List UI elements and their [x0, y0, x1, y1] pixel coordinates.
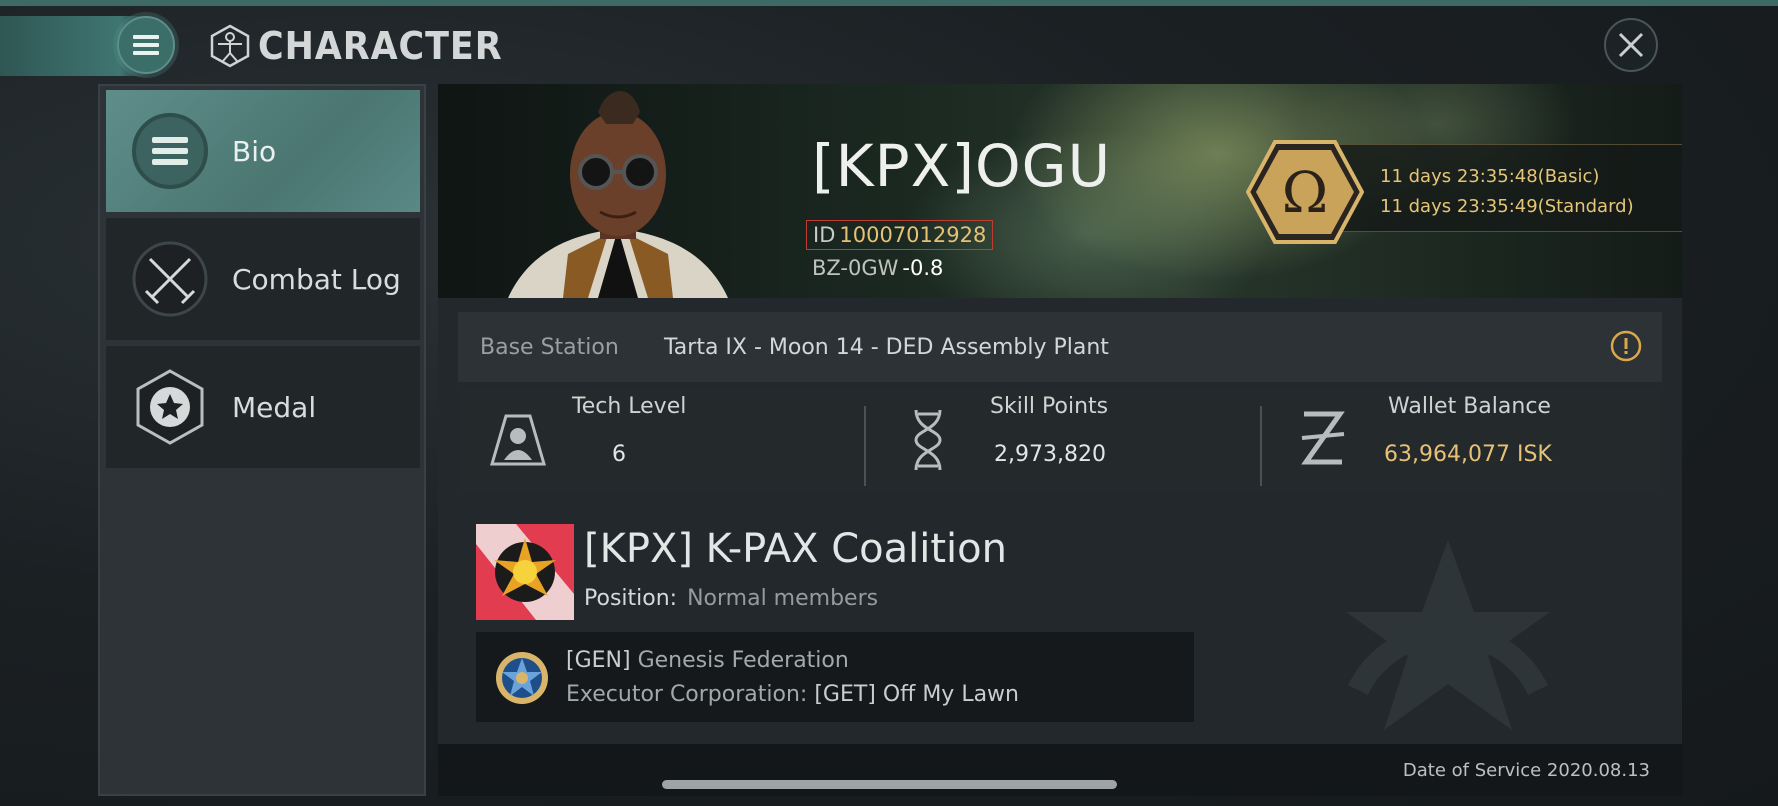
- base-station-row: Base Station Tarta IX - Moon 14 - DED As…: [458, 312, 1662, 382]
- stat-skill-points: Skill Points 2,973,820: [878, 390, 1258, 490]
- star-medal-icon: [136, 369, 204, 445]
- alliance-logo: [496, 652, 548, 704]
- stat-divider: [1260, 406, 1262, 486]
- base-station-label: Base Station: [480, 334, 619, 360]
- security-status: -0.8: [902, 256, 944, 280]
- character-name: [KPX]OGU: [812, 132, 1112, 200]
- dna-icon: [914, 409, 942, 471]
- crossed-swords-icon: [132, 241, 208, 317]
- stat-value: 2,973,820: [994, 442, 1106, 467]
- stat-wallet-balance[interactable]: Wallet Balance 63,964,077 ISK: [1274, 390, 1662, 490]
- alliance-full-name: Genesis Federation: [637, 648, 849, 673]
- location-system: BZ-0GW: [812, 256, 899, 280]
- sidebar: Bio Combat Log Medal: [98, 84, 426, 796]
- isk-icon: [1301, 411, 1345, 465]
- warning-icon[interactable]: [1610, 330, 1642, 362]
- alliance-tag: [GEN]: [566, 648, 631, 673]
- corporation-logo[interactable]: [476, 524, 574, 620]
- menu-button[interactable]: [117, 16, 175, 74]
- stat-title: Tech Level: [572, 394, 687, 419]
- omega-standard-timer: 11 days 23:35:49(Standard): [1380, 196, 1634, 217]
- hamburger-menu-icon: [133, 33, 159, 57]
- sidebar-item-bio[interactable]: Bio: [106, 90, 420, 212]
- sidebar-item-label: Bio: [232, 134, 277, 168]
- stats-row: Tech Level 6 Skill Points 2,973,820 Wall…: [458, 390, 1662, 490]
- sidebar-item-medal[interactable]: Medal: [106, 346, 420, 468]
- date-of-service: Date of Service 2020.08.13: [1402, 760, 1650, 781]
- corporation-watermark-icon: [1346, 540, 1550, 730]
- character-location[interactable]: BZ-0GW -0.8: [812, 256, 943, 280]
- corporation-position: Position: Normal members: [584, 586, 878, 611]
- alliance-card[interactable]: [GEN] Genesis Federation Executor Corpor…: [476, 632, 1194, 722]
- character-id[interactable]: ID 10007012928: [806, 220, 994, 250]
- id-value: 10007012928: [839, 223, 987, 247]
- id-label: ID: [813, 223, 836, 247]
- omega-basic-timer: 11 days 23:35:48(Basic): [1380, 166, 1600, 187]
- alliance-name: [GEN] Genesis Federation: [566, 648, 849, 673]
- stat-title: Skill Points: [990, 394, 1109, 419]
- position-label: Position:: [584, 586, 678, 611]
- omega-icon[interactable]: Ω: [1246, 140, 1364, 244]
- sidebar-item-label: Combat Log: [232, 262, 401, 296]
- close-button[interactable]: [1604, 18, 1658, 72]
- stat-tech-level: Tech Level 6: [458, 390, 848, 490]
- home-indicator[interactable]: [662, 780, 1117, 789]
- base-station-value[interactable]: Tarta IX - Moon 14 - DED Assembly Plant: [664, 335, 1109, 360]
- executor-value: [GET] Off My Lawn: [814, 682, 1019, 707]
- stat-value: 63,964,077 ISK: [1384, 442, 1552, 467]
- svg-text:Ω: Ω: [1282, 161, 1328, 226]
- character-portrait: [508, 91, 728, 298]
- top-accent-line: [0, 0, 1778, 6]
- tech-level-icon: [490, 414, 546, 466]
- corporation-name[interactable]: [KPX] K-PAX Coalition: [584, 526, 1007, 572]
- position-value: Normal members: [687, 586, 879, 611]
- executor-label: Executor Corporation:: [566, 682, 808, 707]
- main-panel: [KPX]OGU ID 10007012928 BZ-0GW -0.8 Ω 11 d…: [438, 84, 1682, 796]
- executor-corporation: Executor Corporation: [GET] Off My Lawn: [566, 682, 1019, 707]
- sidebar-item-combat-log[interactable]: Combat Log: [106, 218, 420, 340]
- list-icon: [132, 113, 208, 189]
- stat-value: 6: [612, 442, 626, 467]
- page-title: CHARACTER: [258, 24, 503, 68]
- character-icon: [210, 24, 250, 68]
- stat-title: Wallet Balance: [1388, 394, 1551, 419]
- sidebar-item-label: Medal: [232, 390, 317, 424]
- stat-divider: [864, 406, 866, 486]
- profile-banner: [KPX]OGU ID 10007012928 BZ-0GW -0.8 Ω 11 d…: [438, 84, 1682, 298]
- close-icon: [1618, 32, 1644, 58]
